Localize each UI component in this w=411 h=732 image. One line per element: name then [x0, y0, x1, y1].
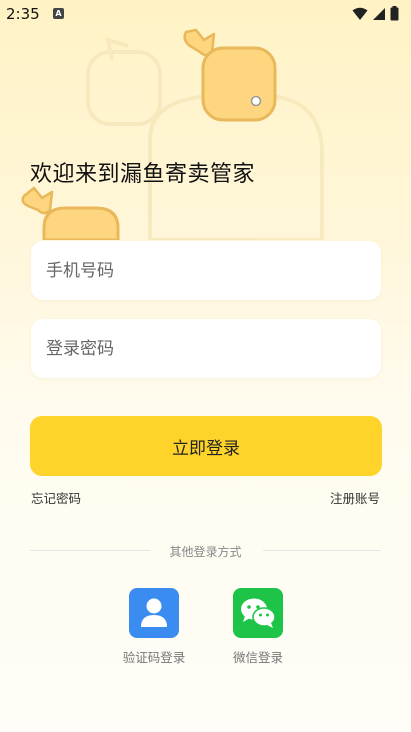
sms-code-login-button[interactable]: 验证码登录	[114, 588, 194, 666]
login-button[interactable]: 立即登录	[30, 416, 382, 476]
user-icon[interactable]	[129, 588, 179, 638]
phone-input[interactable]	[31, 241, 366, 300]
password-input[interactable]	[31, 319, 366, 378]
forgot-password-link[interactable]: 忘记密码	[31, 488, 81, 507]
whale-illustration	[21, 28, 324, 240]
wechat-login-button[interactable]: 微信登录	[218, 588, 298, 666]
sms-code-login-label: 验证码登录	[122, 650, 186, 665]
wechat-login-label: 微信登录	[232, 650, 283, 665]
whale-icon	[183, 28, 277, 122]
welcome-title: 欢迎来到漏鱼寄卖管家	[30, 162, 256, 187]
other-methods-label: 其他登录方式	[169, 545, 242, 559]
phone-input-box[interactable]	[31, 241, 381, 300]
wechat-icon[interactable]	[233, 588, 283, 638]
password-input-box[interactable]	[31, 319, 381, 378]
register-account-link[interactable]: 注册账号	[330, 488, 380, 507]
